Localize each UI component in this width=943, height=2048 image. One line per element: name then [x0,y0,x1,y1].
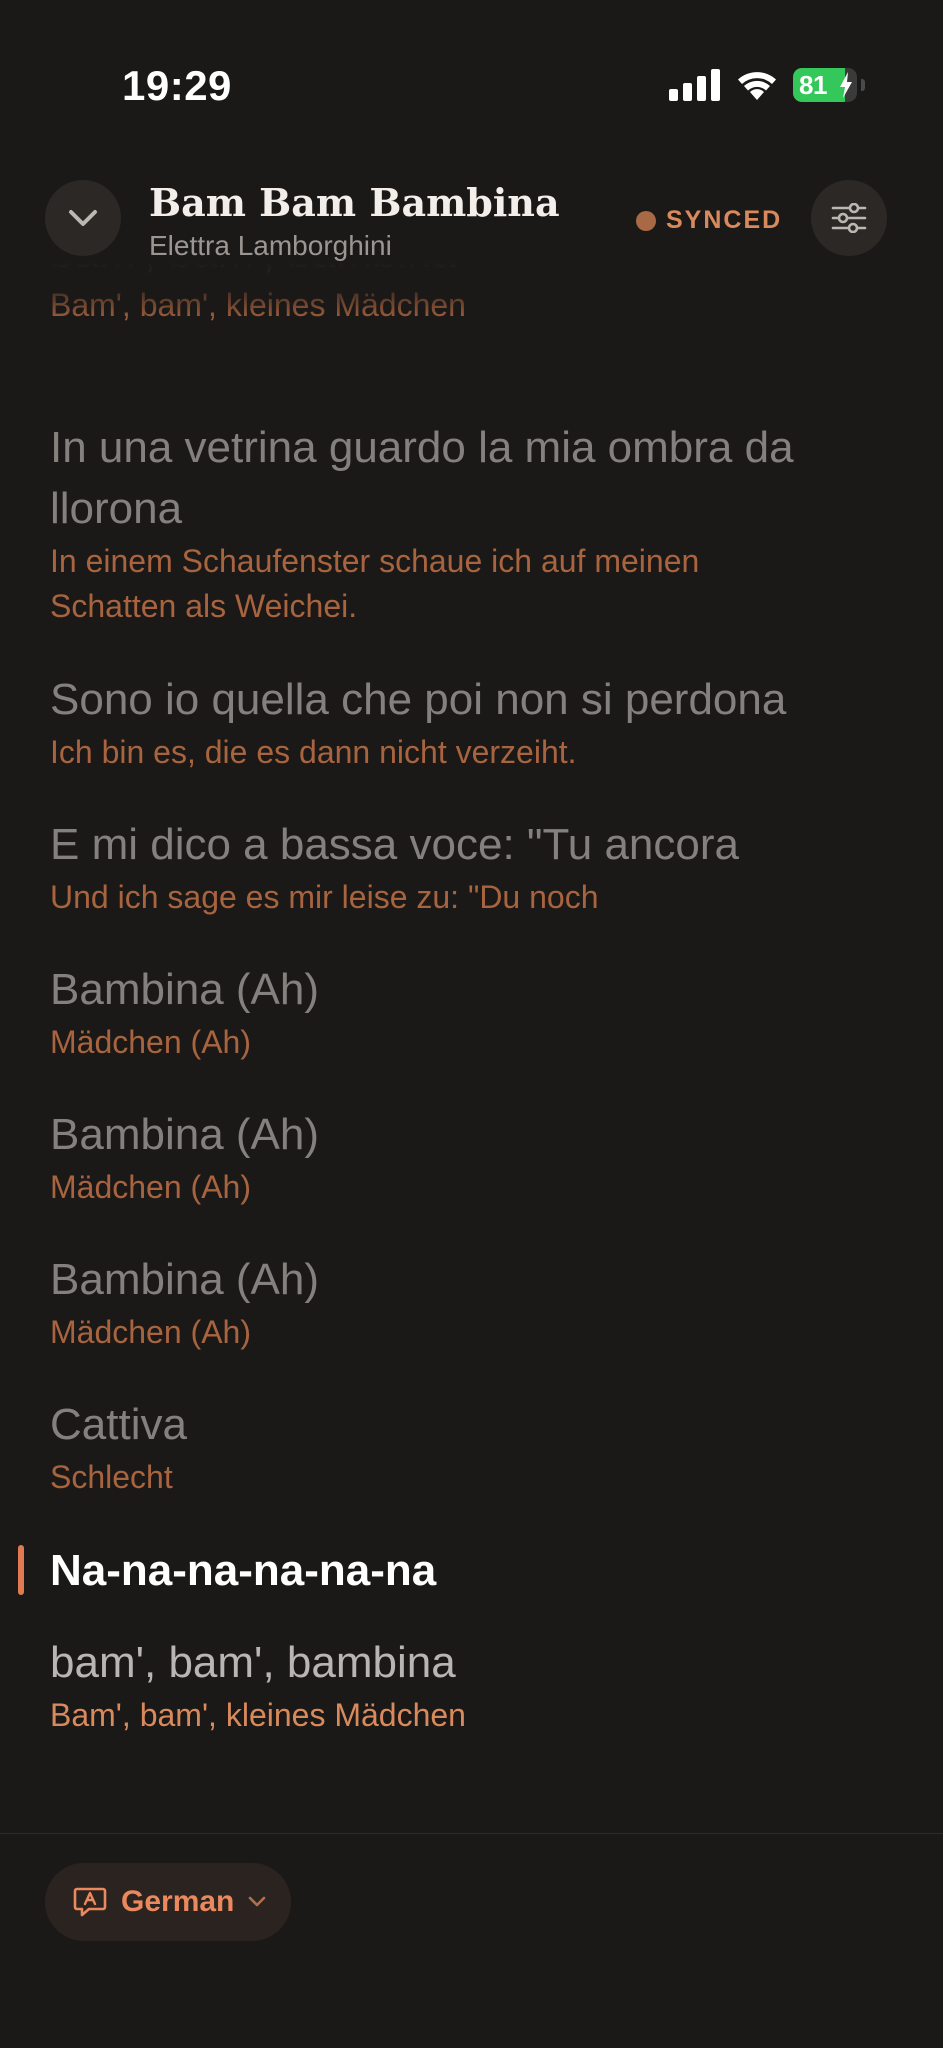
language-selector-button[interactable]: German [45,1863,291,1941]
status-time: 19:29 [122,62,232,109]
language-label: German [121,1885,235,1918]
lyric-line[interactable]: Bambina (Ah) Mädchen (Ah) [50,959,880,1065]
charging-bolt-icon [840,72,852,98]
lyrics-settings-button[interactable] [811,180,887,256]
lyric-translation: Und ich sage es mir leise zu: "Du noch [50,879,599,915]
lyric-original: Na-na-na-na-na-na [50,1546,437,1595]
lyric-translation: In einem Schaufenster schaue ich auf mei… [50,543,700,624]
lyric-original: E mi dico a bassa voce: "Tu ancora [50,820,739,869]
sync-status-label: SYNCED [666,206,783,234]
lyric-original: Bambina (Ah) [50,1255,320,1304]
lyric-translation: Ich bin es, die es dann nicht verzeiht. [50,734,577,770]
lyric-line[interactable]: bam', bam', bambina Bam', bam', kleines … [50,1632,880,1738]
footer-divider [0,1833,943,1834]
lyric-original: Sono io quella che poi non si perdona [50,675,787,724]
chevron-down-icon [249,1896,266,1907]
lyric-translation: Bam', bam', kleines Mädchen [50,1697,466,1733]
lyric-translation: Schlecht [50,1459,173,1495]
lyric-translation: Bam', bam', kleines Mädchen [50,287,466,323]
status-bar: 19:29 81 [0,0,943,130]
lyric-line[interactable]: E mi dico a bassa voce: "Tu ancora Und i… [50,814,880,920]
sync-status-dot [636,210,656,231]
lyric-translation: Mädchen (Ah) [50,1314,251,1350]
wifi-icon [738,72,776,100]
battery-percent: 81 [799,69,827,100]
active-line-indicator [18,1545,24,1595]
collapse-button[interactable] [45,180,121,256]
translate-icon [73,1887,107,1917]
lyric-original: In una vetrina guardo la mia ombra da ll… [50,423,794,533]
lyric-translation: Mädchen (Ah) [50,1169,251,1205]
lyric-line-active[interactable]: Na-na-na-na-na-na [50,1540,880,1601]
lyric-line[interactable]: bam', bam', bambina Bam', bam', kleines … [50,262,880,328]
signal-icon [669,69,720,101]
lyric-original: Bambina (Ah) [50,965,320,1014]
artist-name: Elettra Lamborghini [149,230,392,261]
lyric-translation: Mädchen (Ah) [50,1024,251,1060]
lyric-line[interactable]: Cattiva Schlecht [50,1394,880,1500]
sliders-icon [831,203,867,233]
chevron-down-icon [69,210,97,226]
lyric-line[interactable]: Bambina (Ah) Mädchen (Ah) [50,1249,880,1355]
lyric-original: Cattiva [50,1400,187,1449]
player-header: Bam Bam Bambina Elettra Lamborghini SYNC… [0,180,943,261]
sync-status-badge: SYNCED [636,206,782,235]
lyric-line[interactable]: In una vetrina guardo la mia ombra da ll… [50,417,880,629]
battery-cap [861,79,865,91]
song-title: Bam Bam Bambina [149,180,560,225]
status-icons: 81 [669,68,865,102]
lyric-original: Bambina (Ah) [50,1110,320,1159]
lyric-line[interactable]: Sono io quella che poi non si perdona Ic… [50,669,880,775]
lyric-original: bam', bam', bambina [50,262,880,283]
battery-indicator: 81 [793,68,857,102]
lyric-original: bam', bam', bambina [50,1638,456,1687]
lyric-line[interactable]: Bambina (Ah) Mädchen (Ah) [50,1104,880,1210]
lyrics-list[interactable]: bam', bam', bambina Bam', bam', kleines … [0,262,943,1830]
